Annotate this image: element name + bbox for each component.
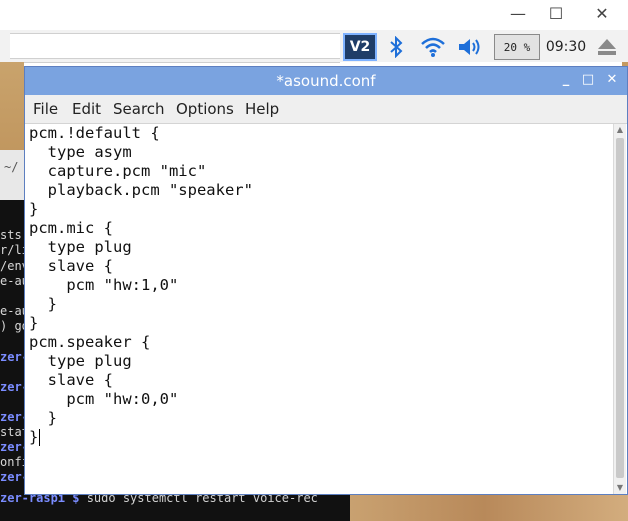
menubar: File Edit Search Options Help	[25, 95, 627, 124]
host-maximize-button[interactable]: ☐	[542, 4, 570, 24]
cpu-usage-text: 20 %	[503, 40, 531, 54]
volume-icon[interactable]	[455, 33, 485, 61]
close-button[interactable]: ✕	[603, 71, 621, 89]
editor-window[interactable]: *asound.conf _ □ ✕ File Edit Search Opti…	[24, 66, 628, 495]
taskbar-strip	[10, 33, 341, 59]
text-cursor	[39, 429, 40, 446]
host-titlebar: — ☐ ✕	[0, 0, 628, 30]
menu-options[interactable]: Options	[176, 95, 234, 123]
desktop-wallpaper-bottom	[340, 495, 628, 521]
terminal-line: sts	[0, 228, 22, 242]
vertical-scrollbar[interactable]: ▲ ▼	[613, 124, 626, 494]
editor-titlebar[interactable]: *asound.conf _ □ ✕	[25, 67, 627, 95]
host-minimize-button[interactable]: —	[504, 4, 532, 24]
file-content[interactable]: pcm.!default { type asym capture.pcm "mi…	[29, 124, 253, 447]
vnc-icon[interactable]: V2	[343, 33, 377, 61]
menu-search[interactable]: Search	[113, 95, 165, 123]
eject-icon[interactable]	[594, 33, 620, 61]
vnc-label: V2	[349, 39, 371, 55]
bluetooth-icon[interactable]	[384, 33, 408, 61]
cpu-monitor[interactable]: 20 %	[494, 34, 540, 60]
menu-edit[interactable]: Edit	[72, 95, 101, 123]
wifi-icon[interactable]	[418, 33, 448, 61]
clock[interactable]: 09:30	[544, 33, 588, 61]
host-close-button[interactable]: ✕	[588, 4, 616, 24]
menu-help[interactable]: Help	[245, 95, 279, 123]
maximize-button[interactable]: □	[579, 71, 597, 89]
scroll-up-arrow-icon[interactable]: ▲	[614, 124, 626, 136]
window-title: *asound.conf	[276, 72, 376, 90]
terminal-path: ~/	[4, 160, 19, 174]
scroll-thumb[interactable]	[616, 138, 624, 478]
bluetooth-glyph-icon	[390, 36, 403, 58]
scroll-down-arrow-icon[interactable]: ▼	[614, 482, 626, 494]
terminal-header: ~/	[0, 150, 24, 200]
text-editor-area[interactable]: pcm.!default { type asym capture.pcm "mi…	[25, 124, 613, 494]
wifi-glyph-icon	[421, 37, 445, 57]
taskbar-left	[0, 30, 341, 63]
eject-glyph-icon	[598, 39, 616, 55]
minimize-button[interactable]: _	[557, 71, 575, 89]
speaker-icon	[459, 39, 480, 55]
menu-file[interactable]: File	[33, 95, 58, 123]
